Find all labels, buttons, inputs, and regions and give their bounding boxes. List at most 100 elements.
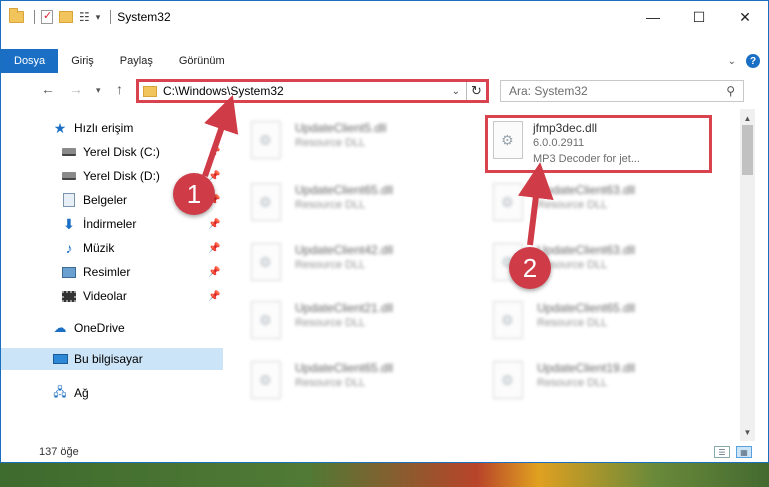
minimize-button[interactable]: —: [630, 1, 676, 33]
back-arrow-icon[interactable]: ←: [41, 81, 55, 97]
sidebar-item-quick-access[interactable]: ★ Hızlı erişim: [1, 117, 223, 139]
search-icon[interactable]: ⚲: [726, 84, 735, 98]
pictures-icon: [61, 265, 77, 279]
file-type: Resource DLL: [295, 259, 366, 271]
chevron-down-icon[interactable]: ⌄: [452, 86, 460, 97]
ribbon: Dosya Giriş Paylaş Görünüm ⌄ ?: [1, 49, 768, 73]
disk-icon: [61, 145, 77, 159]
file-name: UpdateClient65.dll: [295, 361, 394, 375]
file-type: Resource DLL: [537, 199, 608, 211]
sidebar-item-downloads[interactable]: ⬇ İndirmeler 📌: [1, 213, 223, 235]
close-button[interactable]: ✕: [722, 1, 768, 33]
list-item[interactable]: UpdateClient65.dll Resource DLL: [243, 355, 469, 409]
sidebar-item-onedrive[interactable]: ☁ OneDrive: [1, 317, 223, 339]
divider: [34, 10, 35, 24]
sidebar-item-videos[interactable]: Videolar 📌: [1, 285, 223, 307]
list-item[interactable]: UpdateClient42.dll Resource DLL: [243, 237, 469, 291]
refresh-icon[interactable]: ↻: [466, 82, 486, 100]
pin-icon[interactable]: 📌: [208, 243, 220, 254]
window-title: System32: [117, 10, 171, 24]
dll-file-icon: [493, 183, 523, 221]
sidebar-item-label: Belgeler: [83, 193, 128, 207]
details-view-icon[interactable]: ☰: [714, 446, 730, 458]
videos-icon: [61, 289, 77, 303]
sidebar-item-label: Yerel Disk (C:): [83, 145, 160, 159]
dll-file-icon: [493, 361, 523, 399]
sidebar-item-this-pc[interactable]: Bu bilgisayar: [1, 348, 223, 370]
list-item[interactable]: UpdateClient65.dll Resource DLL: [243, 177, 469, 231]
pin-icon[interactable]: 📌: [208, 219, 220, 230]
tab-view[interactable]: Görünüm: [166, 49, 238, 73]
file-name: UpdateClient5.dll: [295, 121, 387, 135]
file-name: UpdateClient65.dll: [537, 301, 636, 315]
star-icon: ★: [53, 119, 67, 136]
pin-icon[interactable]: 📌: [208, 267, 220, 278]
pin-icon[interactable]: 📌: [208, 291, 220, 302]
documents-icon: [61, 193, 77, 207]
scroll-up-icon[interactable]: ▲: [740, 111, 755, 125]
sidebar-item-network[interactable]: 🖧 Ağ: [1, 382, 223, 404]
sidebar-item-local-disk-c[interactable]: Yerel Disk (C:) 📌: [1, 141, 223, 163]
file-name: UpdateClient21.dll: [295, 301, 394, 315]
sidebar-item-label: Müzik: [83, 241, 115, 255]
list-item[interactable]: UpdateClient65.dll Resource DLL: [485, 295, 711, 349]
dll-file-icon: [251, 183, 281, 221]
ribbon-tabs: Dosya Giriş Paylaş Görünüm: [1, 49, 238, 73]
tab-home[interactable]: Giriş: [58, 49, 107, 73]
address-path[interactable]: C:\Windows\System32: [163, 84, 284, 98]
expand-ribbon-icon[interactable]: ⌄: [728, 56, 736, 67]
new-folder-icon[interactable]: [59, 11, 73, 23]
navigation-bar: ← → ▾ ↑ C:\Windows\System32 ⌄ ↻ Ara: Sys…: [1, 77, 768, 105]
dll-file-icon: [251, 361, 281, 399]
chevron-down-icon[interactable]: ▾: [96, 12, 101, 23]
file-type: Resource DLL: [295, 137, 366, 149]
file-name: UpdateClient19.dll: [537, 361, 636, 375]
list-item[interactable]: UpdateClient19.dll Resource DLL: [485, 355, 711, 409]
scroll-down-icon[interactable]: ▼: [740, 425, 755, 439]
step-badge-2: 2: [509, 247, 551, 289]
scrollbar-thumb[interactable]: [742, 125, 753, 175]
tiles-view-icon[interactable]: ▦: [736, 446, 752, 458]
properties-icon[interactable]: [41, 9, 53, 24]
sidebar-item-music[interactable]: ♪ Müzik 📌: [1, 237, 223, 259]
list-item[interactable]: UpdateClient63.dll Resource DLL: [485, 177, 711, 231]
dll-file-icon: [493, 301, 523, 339]
list-item[interactable]: UpdateClient5.dll Resource DLL: [243, 115, 469, 169]
forward-arrow-icon[interactable]: →: [69, 81, 83, 97]
list-item[interactable]: UpdateClient21.dll Resource DLL: [243, 295, 469, 349]
search-input[interactable]: Ara: System32 ⚲: [500, 80, 744, 102]
pin-icon[interactable]: 📌: [208, 147, 220, 158]
sidebar-item-label: Videolar: [83, 289, 127, 303]
dll-file-icon: [251, 301, 281, 339]
network-icon: 🖧: [53, 384, 67, 399]
up-arrow-icon[interactable]: ↑: [116, 81, 123, 97]
explorer-window: ☷ ▾ System32 — ☐ ✕ Dosya Giriş Paylaş Gö…: [0, 0, 769, 463]
sidebar-item-label: Ağ: [74, 386, 89, 400]
desktop-background: [0, 462, 769, 487]
file-name: UpdateClient63.dll: [537, 243, 636, 257]
status-bar: 137 öğe ☰ ▦: [1, 441, 768, 463]
tab-file[interactable]: Dosya: [1, 49, 59, 73]
file-name: UpdateClient65.dll: [295, 183, 394, 197]
file-type: Resource DLL: [295, 199, 366, 211]
file-highlight-box: [485, 115, 712, 173]
file-type: Resource DLL: [295, 377, 366, 389]
view-switcher: ☰ ▦: [714, 446, 752, 458]
maximize-button[interactable]: ☐: [676, 1, 722, 33]
music-icon: ♪: [65, 240, 73, 256]
step-badge-1: 1: [173, 173, 215, 215]
navigation-pane: ★ Hızlı erişim Yerel Disk (C:) 📌 Yerel D…: [1, 113, 223, 433]
sidebar-item-label: OneDrive: [74, 321, 125, 335]
tab-share[interactable]: Paylaş: [107, 49, 166, 73]
divider: [110, 10, 112, 24]
file-name: UpdateClient42.dll: [295, 243, 394, 257]
sidebar-item-pictures[interactable]: Resimler 📌: [1, 261, 223, 283]
vertical-scrollbar[interactable]: ▲ ▼: [740, 109, 755, 441]
sidebar-item-label: Bu bilgisayar: [74, 352, 143, 366]
customize-view-icon[interactable]: ☷: [79, 10, 90, 24]
recent-locations-icon[interactable]: ▾: [96, 85, 101, 96]
sidebar-item-label: Yerel Disk (D:): [83, 169, 160, 183]
help-icon[interactable]: ?: [746, 54, 760, 68]
ribbon-right: ⌄ ?: [728, 49, 768, 73]
address-bar[interactable]: C:\Windows\System32 ⌄ ↻: [136, 79, 489, 103]
